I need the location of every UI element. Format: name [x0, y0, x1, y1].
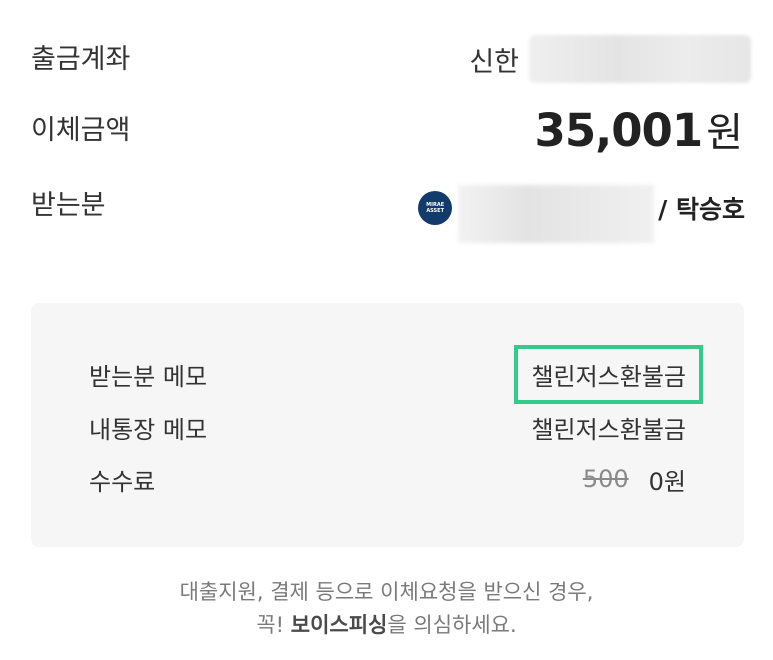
voice-phishing-notice: 대출지원, 결제 등으로 이체요청을 받으신 경우, 꼭! 보이스피싱을 의심하…: [0, 576, 773, 642]
recipient-name: / 탁승호: [658, 195, 745, 224]
recipient-label: 받는분: [31, 190, 106, 221]
withdrawal-account-value: 신한: [469, 34, 751, 84]
fee-row: 수수료 500 0원: [89, 461, 686, 497]
fee-value: 500 0원: [583, 462, 686, 497]
transfer-confirmation-screen: 출금계좌 신한 이체금액 35,001 원 받는분 MIRAE ASSET / …: [0, 0, 773, 660]
transfer-amount-unit: 원: [706, 110, 743, 156]
transfer-amount-number: 35,001: [534, 104, 704, 157]
my-account-memo-row[interactable]: 내통장 메모 챌린저스환불금: [89, 409, 686, 445]
recipient-value: MIRAE ASSET / 탁승호: [418, 180, 745, 243]
fee-label: 수수료: [89, 467, 156, 496]
withdrawal-bank-name: 신한: [469, 46, 519, 78]
transfer-amount-label: 이체금액: [31, 115, 131, 146]
blurred-account-number: [529, 35, 751, 83]
recipient-memo-value[interactable]: 챌린저스환불금: [514, 344, 703, 404]
notice-line-1: 대출지원, 결제 등으로 이체요청을 받으신 경우,: [179, 580, 594, 604]
recipient-memo-label: 받는분 메모: [89, 362, 208, 391]
transfer-amount-value: 35,001 원: [535, 100, 743, 158]
withdrawal-account-label: 출금계좌: [31, 44, 131, 75]
fee-original-amount: 500: [582, 465, 629, 493]
my-account-memo-value[interactable]: 챌린저스환불금: [531, 410, 686, 445]
notice-prefix: 꼭!: [256, 613, 291, 637]
bank-logo-text: MIRAE ASSET: [426, 202, 445, 214]
memo-card: 받는분 메모 챌린저스환불금 내통장 메모 챌린저스환불금 수수료 500 0원: [31, 303, 744, 547]
notice-line-2: 꼭! 보이스피싱을 의심하세요.: [0, 609, 773, 642]
recipient-memo-row[interactable]: 받는분 메모 챌린저스환불금: [89, 344, 703, 404]
notice-voice-phishing: 보이스피싱: [290, 613, 388, 637]
fee-final-amount: 0원: [648, 467, 686, 496]
my-account-memo-label: 내통장 메모: [89, 415, 208, 444]
blurred-recipient-account: [458, 185, 655, 243]
recipient-bank-logo-icon: MIRAE ASSET: [418, 191, 453, 225]
notice-suffix: 을 의심하세요.: [387, 613, 517, 637]
